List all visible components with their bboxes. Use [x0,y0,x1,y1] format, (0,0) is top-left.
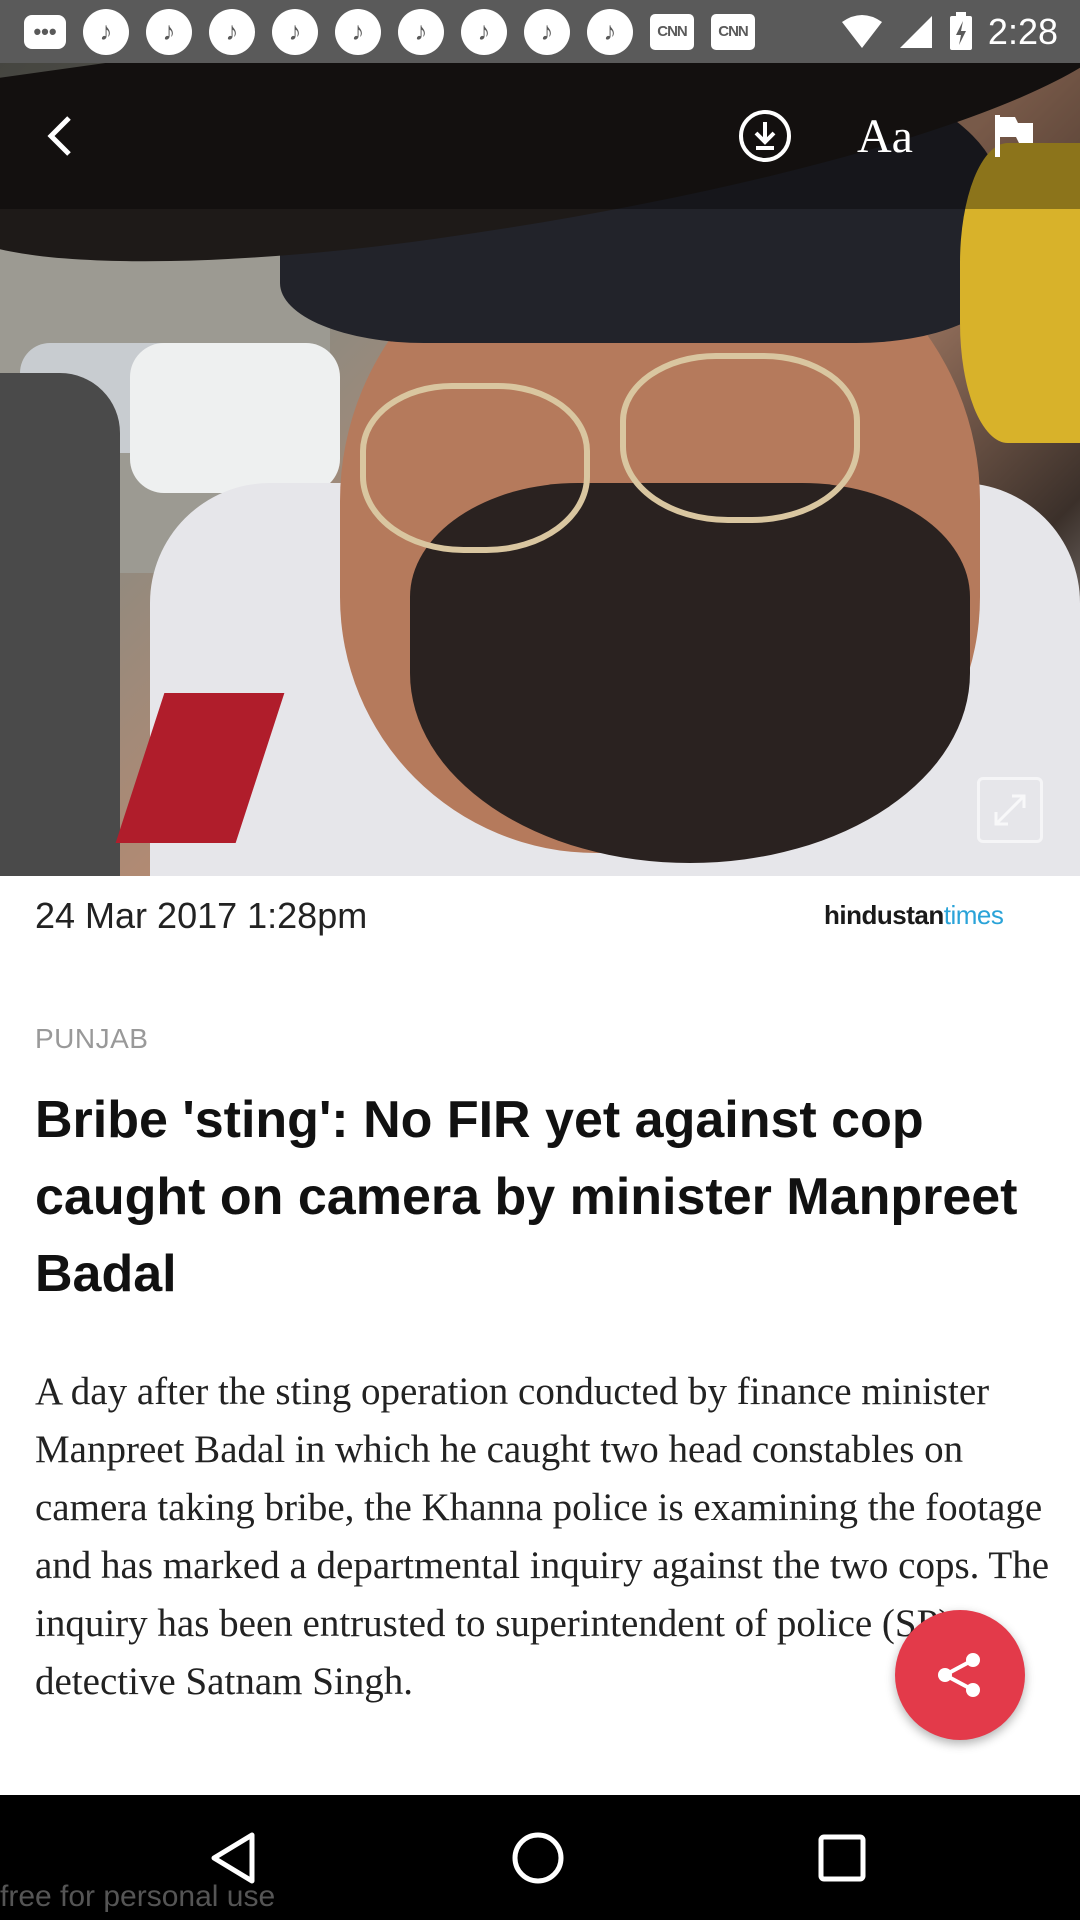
music-icon: ♪ [335,8,381,55]
message-icon: ••• [24,14,66,49]
chevron-left-icon [47,116,71,156]
music-icon: ♪ [272,8,318,55]
share-icon [938,1653,980,1697]
flag-icon [995,115,1033,157]
download-icon [739,110,791,162]
music-icon: ♪ [587,8,633,55]
cnn-icon: CNN [650,13,694,50]
cnn-icon: CNN [711,13,755,50]
square-recents-icon [818,1834,866,1881]
nav-home-button[interactable] [478,1795,598,1920]
status-bar: ••• ♪ ♪ ♪ ♪ ♪ ♪ ♪ ♪ ♪ CNN CNN 2:28 [0,0,1080,63]
article-toolbar: Aa [0,63,1080,209]
battery-charging-icon [949,11,972,50]
signal-icon [899,15,932,48]
expand-icon [994,794,1026,826]
music-icon: ♪ [398,8,444,55]
notification-icons: ••• ♪ ♪ ♪ ♪ ♪ ♪ ♪ ♪ ♪ CNN CNN [0,8,755,55]
triangle-back-icon [211,1832,255,1883]
back-button[interactable] [10,63,110,209]
background-car [130,343,340,493]
share-button[interactable] [895,1610,1025,1740]
glasses [360,383,590,553]
article-date: 24 Mar 2017 1:28pm [35,895,368,936]
music-icon: ♪ [209,8,255,55]
nav-recents-button[interactable] [782,1795,902,1920]
section-label[interactable]: PUNJAB [35,1023,148,1055]
expand-image-button[interactable] [977,777,1043,843]
download-button[interactable] [715,63,815,209]
watermark-text: free for personal use [0,1880,276,1913]
report-button[interactable] [965,63,1065,209]
font-size-label: Aa [857,109,913,163]
music-icon: ♪ [461,8,507,55]
circle-home-icon [512,1832,564,1883]
publisher-logo[interactable]: hindustantimes [824,900,1004,931]
publisher-name-part2: times [943,900,1004,930]
publisher-name-part1: hindustan [824,900,944,930]
foreground-shoulder [0,373,120,876]
music-icon: ♪ [146,8,192,55]
wifi-icon [841,14,882,48]
article-headline: Bribe 'sting': No FIR yet against cop ca… [35,1091,1018,1303]
glasses [620,353,860,523]
music-icon: ♪ [83,8,129,55]
music-icon: ♪ [524,8,570,55]
clock: 2:28 [987,10,1058,52]
font-size-button[interactable]: Aa [835,63,935,209]
